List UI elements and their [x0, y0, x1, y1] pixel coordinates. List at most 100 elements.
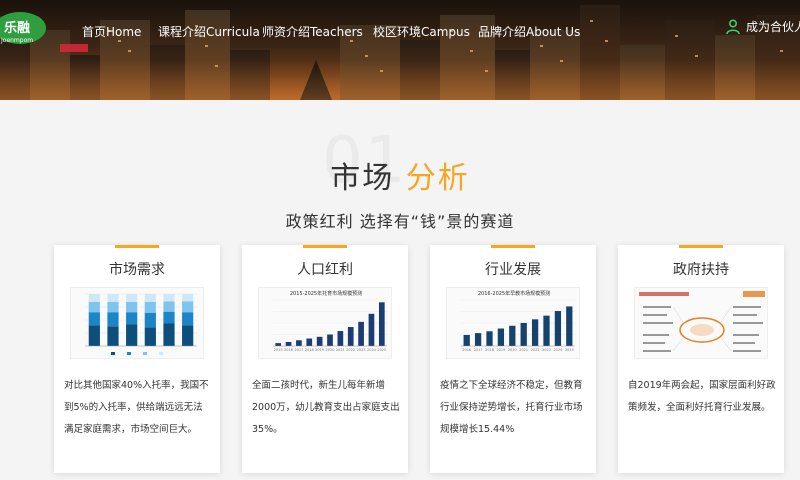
bar: [163, 311, 175, 324]
bar: [126, 294, 138, 302]
x-tick-label: 2022: [531, 348, 540, 352]
card-description: 疫情之下全球经济不稳定，但教育行业保持逆势增长，托育行业市场规模增长15.44%: [440, 380, 583, 435]
bar: [144, 294, 156, 302]
card-chart-thumbnail: [70, 287, 204, 359]
x-tick-label: 2016: [462, 348, 471, 352]
card-title: 人口红利: [297, 262, 353, 278]
bar: [285, 341, 292, 346]
x-tick-label: 2018: [485, 348, 494, 352]
bar: [296, 340, 302, 346]
bar: [486, 331, 493, 346]
bar: [144, 312, 156, 328]
bar: [144, 327, 156, 346]
nav-teachers[interactable]: 师资介绍Teachers: [262, 23, 363, 40]
x-tick-label: 2021: [519, 348, 528, 352]
svg-text:Joenmpom: Joenmpom: [0, 37, 33, 44]
bar: [126, 312, 138, 325]
bar: [107, 301, 119, 313]
section-subtitle: 政策红利 选择有“钱”景的赛道: [285, 212, 515, 231]
brand-logo[interactable]: 乐融 Joenmpom: [0, 10, 46, 46]
card-government-support: 政府扶持 自2019年两会起，国家层面利好政策频发，全面利好托育行业发展。: [618, 245, 784, 473]
x-tick-label: 2024: [367, 348, 377, 352]
x-tick-label: 2019: [315, 348, 324, 352]
bar: [275, 343, 282, 346]
section-title-accent: 分析: [405, 161, 470, 196]
card-title: 政府扶持: [673, 262, 729, 278]
card-accent-bar: [679, 245, 723, 248]
card-accent-bar: [303, 245, 347, 248]
card-description: 全面二孩时代，新生儿每年新增2000万，幼儿教育支出占家庭支出35%。: [252, 380, 400, 435]
policy-diagram-image: [639, 291, 765, 352]
bar: [306, 338, 313, 346]
user-icon: [726, 18, 740, 34]
become-partner-link[interactable]: 成为合伙人: [726, 18, 800, 35]
bar: [107, 312, 119, 327]
x-tick-label: 2022: [346, 348, 355, 352]
bar: [337, 331, 344, 346]
x-tick-label: 2016: [284, 348, 293, 352]
bar: [368, 313, 375, 346]
nav-campus[interactable]: 校区环境Campus: [373, 23, 470, 40]
bar: [327, 334, 333, 346]
card-population-dividend: 人口红利 2015-2025年托育市场规模预测 2015 2016 2017 2018 2…: [242, 245, 408, 473]
card-accent-bar: [115, 245, 159, 248]
x-tick-label: 2017: [474, 348, 483, 352]
card-title: 市场需求: [109, 262, 165, 278]
stacked-bar-chart: [85, 293, 197, 355]
card-market-demand: 市场需求 对比其他国家40%入托率，我国不到5%的入托率，供给端远远无法满足家庭…: [54, 245, 220, 473]
bar-chart: 2016-2025年早教市场规模预测2016 2017 2018 2019 2020 20…: [461, 290, 575, 352]
bar: [163, 323, 175, 346]
card-chart-thumbnail: 2016-2025年早教市场规模预测 2016 2017 2018 2019 2020 20…: [446, 287, 580, 359]
x-tick-label: 2024: [553, 348, 563, 352]
top-nav: 乐融 Joenmpom 首页Home 课程介绍Curricula 师资介绍Tea…: [0, 0, 800, 60]
card-accent-bar: [491, 245, 535, 248]
x-tick-label: 2017: [294, 348, 303, 352]
bar: [88, 294, 100, 302]
x-tick-label: 2023: [357, 348, 366, 352]
hero-glow: [0, 60, 800, 100]
bar: [126, 324, 138, 346]
x-tick-label: 2018: [305, 348, 314, 352]
bar: [88, 325, 100, 346]
bar: [316, 336, 323, 346]
x-tick-label: 2020: [508, 348, 517, 352]
bar: [182, 294, 194, 302]
bar: [88, 312, 100, 326]
bar: [474, 333, 482, 346]
bar-chart: 2015-2025年托育市场规模预测2015 2016 2017 2018 2019 20…: [273, 290, 387, 352]
section-title: 市场 分析: [0, 153, 800, 197]
nav-curricula[interactable]: 课程介绍Curricula: [158, 23, 260, 40]
bar: [347, 327, 354, 346]
bar: [163, 301, 175, 312]
bar: [107, 326, 119, 346]
legend-swatch: [143, 352, 147, 355]
bar: [378, 302, 385, 346]
nav-about[interactable]: 品牌介绍About Us: [478, 23, 580, 40]
legend-swatch: [111, 352, 115, 355]
bar: [497, 328, 505, 346]
svg-text:乐融: 乐融: [4, 20, 30, 36]
bar: [531, 319, 539, 346]
bar: [107, 294, 119, 302]
card-chart-thumbnail: 2015-2025年托育市场规模预测 2015 2016 2017 2018 2019 20…: [258, 287, 392, 359]
bar: [182, 325, 194, 346]
bar: [566, 306, 573, 346]
card-description: 对比其他国家40%入托率，我国不到5%的入托率，供给端远远无法满足家庭需求，市场…: [64, 380, 209, 435]
nav-home[interactable]: 首页Home: [82, 23, 141, 40]
bar: [463, 334, 470, 346]
x-tick-label: 2021: [336, 348, 345, 352]
bar: [88, 301, 100, 313]
bar: [182, 301, 194, 313]
bar: [509, 325, 516, 346]
x-tick-label: 2015: [274, 348, 283, 352]
partner-label: 成为合伙人: [746, 20, 800, 34]
chart-title: 2015-2025年托育市场规模预测: [290, 290, 362, 297]
section-title-main: 市场: [330, 161, 395, 196]
bar: [144, 301, 156, 313]
bar: [126, 301, 138, 313]
bar: [182, 312, 194, 326]
x-tick-label: 2020: [326, 348, 335, 352]
x-tick-label: 2019: [496, 348, 505, 352]
bar: [163, 294, 175, 302]
bar: [554, 311, 562, 346]
